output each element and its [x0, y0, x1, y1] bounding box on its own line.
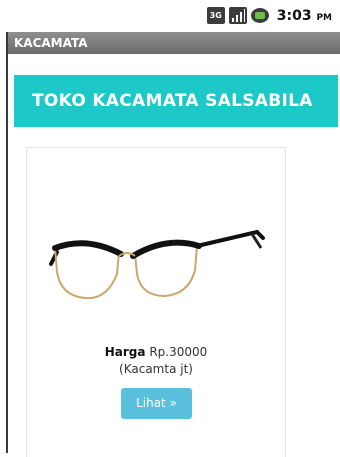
- glasses-image: [49, 229, 265, 300]
- price-label: Harga: [104, 345, 146, 359]
- app-title: KACAMATA: [14, 36, 88, 50]
- app-title-bar: KACAMATA: [8, 32, 340, 54]
- product-caption: Harga Rp.30000 (Kacamta jt): [27, 344, 285, 378]
- store-banner: TOKO KACAMATA SALSABILA: [14, 75, 338, 127]
- status-bar: 3G 3:03 PM: [0, 0, 340, 32]
- product-card: Harga Rp.30000 (Kacamta jt) Lihat »: [26, 147, 286, 457]
- clock: 3:03 PM: [277, 8, 332, 24]
- store-title: TOKO KACAMATA SALSABILA: [32, 91, 313, 111]
- battery-icon: [250, 8, 269, 23]
- view-button[interactable]: Lihat »: [121, 388, 192, 419]
- window-edge: [6, 0, 8, 453]
- price-value: Rp.30000: [149, 345, 208, 359]
- product-name: (Kacamta jt): [119, 362, 193, 376]
- clock-ampm: PM: [316, 12, 332, 23]
- clock-time: 3:03: [276, 7, 312, 24]
- signal-icon: [228, 7, 247, 24]
- network-3g-icon: 3G: [206, 7, 225, 24]
